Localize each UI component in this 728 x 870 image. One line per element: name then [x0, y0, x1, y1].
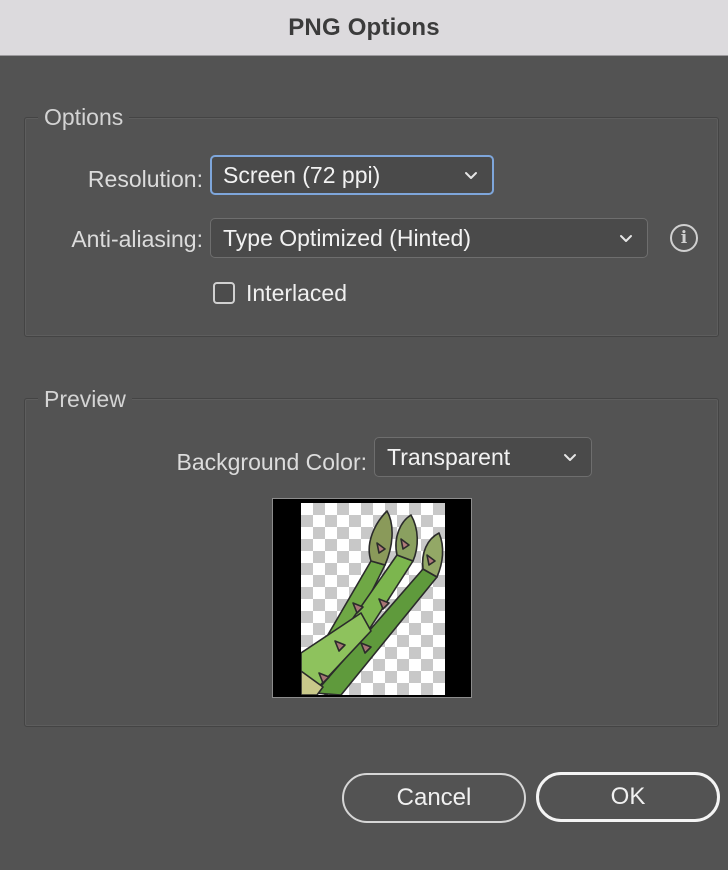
- preview-group-label: Preview: [38, 386, 132, 413]
- asparagus-illustration: [301, 510, 444, 695]
- resolution-label: Resolution:: [87, 166, 203, 192]
- chevron-down-icon: [620, 235, 632, 242]
- background-color-select[interactable]: Transparent: [374, 437, 592, 477]
- interlaced-label[interactable]: Interlaced: [246, 280, 347, 307]
- interlaced-checkbox[interactable]: [213, 282, 235, 304]
- asparagus-preview-image: [301, 503, 445, 695]
- antialiasing-value: Type Optimized (Hinted): [223, 224, 471, 251]
- dialog-titlebar: PNG Options: [0, 0, 728, 56]
- resolution-value: Screen (72 ppi): [223, 161, 381, 188]
- cancel-button[interactable]: Cancel: [342, 773, 526, 823]
- chevron-down-icon: [465, 172, 477, 179]
- background-color-value: Transparent: [387, 443, 511, 470]
- options-group-label: Options: [38, 104, 130, 131]
- background-color-label: Background Color:: [176, 449, 368, 475]
- resolution-select[interactable]: Screen (72 ppi): [210, 155, 494, 195]
- info-icon[interactable]: i: [670, 224, 698, 252]
- chevron-down-icon: [564, 454, 576, 461]
- dialog-title: PNG Options: [288, 13, 440, 41]
- antialiasing-select[interactable]: Type Optimized (Hinted): [210, 218, 648, 258]
- antialiasing-label: Anti-aliasing:: [71, 226, 203, 252]
- preview-frame: [272, 498, 472, 698]
- ok-button[interactable]: OK: [536, 772, 720, 822]
